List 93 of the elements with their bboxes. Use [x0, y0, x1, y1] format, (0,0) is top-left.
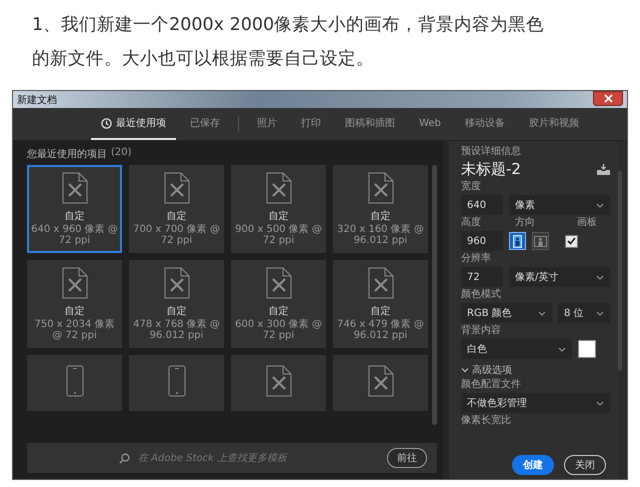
chevron-icon [596, 202, 604, 208]
preset-tile[interactable]: 自定 900 x 500 像素 @ 72 ppi [231, 165, 326, 253]
width-field[interactable]: 640 [461, 195, 503, 215]
field-label: 宽度 [461, 181, 482, 193]
tab[interactable]: 已保存 [180, 108, 230, 140]
tile-size: 600 x 300 像素 @ 72 ppi [235, 319, 322, 341]
tile-title: 自定 [166, 210, 186, 223]
preset-tile[interactable]: 自定 320 x 160 像素 @ 96.012 ppi [333, 165, 428, 253]
scrollbar[interactable] [432, 165, 437, 426]
close-dialog-button[interactable]: 关闭 [564, 455, 606, 475]
field-label: 像素长宽比 [461, 415, 512, 427]
field-label: 背景内容 [461, 325, 502, 337]
document-icon [368, 365, 394, 397]
article-paragraph: 1、我们新建一个2000x 2000像素大小的画布，背景内容为黑色的新文件。大小也可以根据需要自己设定。 [31, 14, 546, 71]
tile-title: 自定 [370, 210, 390, 223]
document-icon [266, 267, 292, 299]
chevron-icon [596, 274, 604, 280]
window-title: 新建文档 [17, 94, 57, 106]
background-dropdown[interactable]: 白色 [461, 339, 572, 359]
preset-tile[interactable] [27, 355, 122, 411]
preset-tile[interactable] [129, 355, 224, 411]
color-profile-dropdown[interactable]: 不做色彩管理 [461, 393, 610, 413]
unit-dropdown[interactable]: 像素 [509, 195, 610, 215]
landscape-button[interactable] [532, 232, 549, 250]
tab[interactable]: Web [409, 108, 451, 140]
document-icon [62, 172, 88, 204]
field-label: 画板 [577, 217, 597, 229]
height-field[interactable]: 960 [461, 231, 503, 251]
tile-title: 自定 [370, 304, 390, 318]
tile-size: 700 x 700 像素 @ 72 ppi [133, 224, 220, 246]
color-mode-dropdown[interactable]: RGB 颜色 [461, 303, 552, 323]
tile-title: 自定 [64, 304, 84, 318]
document-icon [368, 267, 394, 299]
tab[interactable]: 胶片和视频 [518, 108, 589, 140]
portrait-button[interactable] [509, 232, 526, 250]
close-icon [604, 94, 612, 103]
search-icon [119, 452, 130, 464]
tile-title: 自定 [268, 304, 288, 318]
preset-tile[interactable] [333, 355, 428, 411]
phone-icon [66, 365, 84, 397]
item-count: (20) [111, 147, 132, 160]
field-label: 颜色模式 [461, 289, 502, 301]
search-field[interactable]: 在 Adobe Stock 上查找更多模板 前往 [27, 443, 437, 473]
resolution-field[interactable]: 72 [461, 267, 503, 287]
document-icon [164, 267, 190, 299]
chevron-icon [558, 346, 566, 352]
field-label: 颜色配置文件 [461, 379, 522, 391]
tab[interactable]: 移动设备 [454, 108, 515, 140]
tile-title: 自定 [64, 210, 84, 223]
color-swatch[interactable] [578, 340, 596, 358]
advanced-options-toggle[interactable]: 高级选项 [461, 361, 512, 377]
chevron-icon [538, 310, 546, 316]
unit-dropdown[interactable]: 像素/英寸 [509, 267, 610, 287]
bit-depth-dropdown[interactable]: 8 位 [558, 303, 610, 323]
section-heading: 您最近使用的项目 [27, 148, 107, 161]
tile-size: 640 x 960 像素 @ 72 ppi [31, 224, 118, 246]
chevron-icon [461, 366, 469, 374]
save-preset-icon[interactable] [597, 164, 610, 175]
preset-tile[interactable]: 自定 700 x 700 像素 @ 72 ppi [129, 165, 224, 253]
document-icon [368, 172, 394, 204]
tile-title: 自定 [268, 210, 288, 223]
preset-tile[interactable] [231, 355, 326, 411]
chevron-icon [596, 400, 604, 406]
tile-size: 320 x 160 像素 @ 96.012 ppi [337, 224, 424, 246]
tile-size: 900 x 500 像素 @ 72 ppi [235, 224, 322, 246]
tab[interactable]: 照片 [247, 108, 288, 140]
field-label: 分辨率 [461, 253, 492, 265]
clock-icon [101, 118, 112, 128]
tab[interactable]: 图稿和插图 [335, 108, 406, 140]
preset-tile[interactable]: 自定 600 x 300 像素 @ 72 ppi [231, 260, 326, 348]
phone-icon [168, 365, 186, 397]
preset-tile[interactable]: 自定 746 x 479 像素 @ 96.012 ppi [333, 260, 428, 348]
preset-tile[interactable]: 自定 750 x 2034 像素 @ 72 ppi [27, 260, 122, 348]
section-heading: 预设详细信息 [461, 146, 522, 158]
tile-title: 自定 [166, 304, 186, 318]
document-icon [164, 172, 190, 204]
create-button[interactable]: 创建 [512, 455, 554, 475]
artboard-checkbox[interactable] [565, 234, 578, 248]
tile-size: 478 x 768 像素 @ 96.012 ppi [133, 319, 220, 341]
document-icon [266, 172, 292, 204]
go-button[interactable]: 前往 [387, 448, 427, 468]
tab[interactable]: 打印 [291, 108, 332, 140]
close-button[interactable] [593, 91, 623, 106]
document-icon [62, 267, 88, 299]
field-label: 方向 [515, 217, 536, 229]
document-icon [266, 365, 292, 397]
field-label: 高度 [461, 217, 482, 229]
chevron-icon [596, 310, 604, 316]
preset-tile[interactable]: 自定 478 x 768 像素 @ 96.012 ppi [129, 260, 224, 348]
preset-tile[interactable]: 自定 640 x 960 像素 @ 72 ppi [27, 165, 122, 253]
tile-size: 746 x 479 像素 @ 96.012 ppi [337, 319, 424, 341]
tile-size: 750 x 2034 像素 @ 72 ppi [34, 319, 116, 341]
document-name: 未标题-2 [461, 160, 521, 179]
